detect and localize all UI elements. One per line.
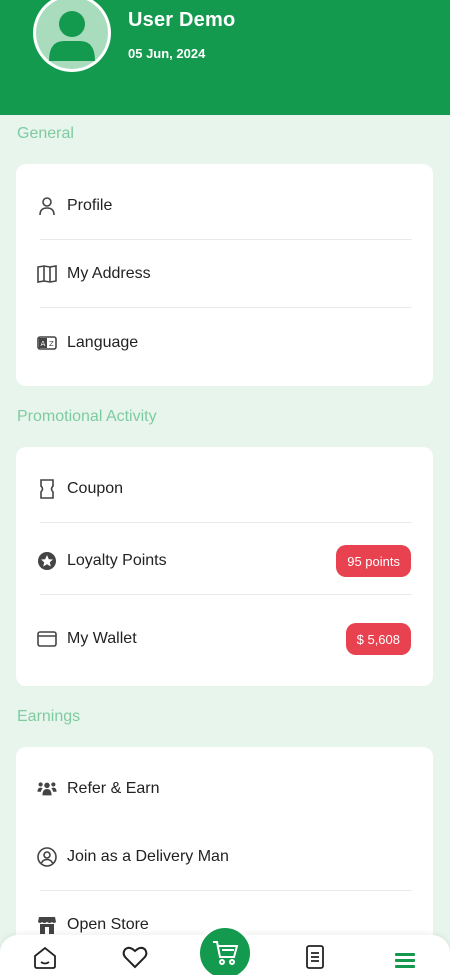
store-icon [37,915,57,935]
wallet-icon [37,629,57,649]
star-icon [37,551,57,571]
divider [40,594,412,595]
divider [40,522,412,523]
cart-icon [211,940,239,966]
delivery-man-icon [37,847,57,867]
avatar[interactable] [33,0,111,72]
menu-item-label: Loyalty Points [67,552,167,569]
section-title-earnings: Earnings [17,708,81,725]
svg-text:A: A [41,340,46,348]
orders-icon[interactable] [300,942,330,972]
home-icon[interactable] [30,942,60,972]
menu-item-label: Profile [67,197,113,214]
menu-item-label: Open Store [67,916,149,933]
wallet-balance-badge: $ 5,608 [345,623,411,655]
menu-item-label: Join as a Delivery Man [67,848,229,865]
cart-button[interactable] [197,925,253,975]
avatar-placeholder-icon [36,0,108,69]
person-icon [37,196,57,216]
promotional-card: Coupon Loyalty Points 95 points My Walle… [16,447,433,686]
app-screen: User Demo 05 Jun, 2024 General Profile M… [0,0,450,975]
loyalty-points-badge: 95 points [336,545,411,577]
menu-item-label: My Wallet [67,630,137,647]
group-icon [37,779,57,799]
divider [40,307,412,308]
menu-item-language[interactable]: A Z Language [16,309,433,377]
menu-item-label: Coupon [67,480,124,497]
menu-item-my-wallet[interactable]: My Wallet $ 5,608 [16,605,433,673]
menu-item-loyalty-points[interactable]: Loyalty Points 95 points [16,527,433,595]
svg-text:Z: Z [49,340,54,348]
menu-item-coupon[interactable]: Coupon [16,455,433,523]
join-date: 05 Jun, 2024 [128,46,206,61]
user-name: User Demo [128,9,236,31]
general-card: Profile My Address A Z Language [16,164,433,386]
menu-item-profile[interactable]: Profile [16,172,433,240]
profile-header: User Demo 05 Jun, 2024 [0,0,450,115]
coupon-icon [37,479,57,499]
section-title-general: General [17,125,74,142]
menu-item-join-delivery-man[interactable]: Join as a Delivery Man [16,823,433,891]
language-icon: A Z [37,333,57,353]
menu-item-label: Refer & Earn [67,780,160,797]
section-title-promotional-activity: Promotional Activity [17,408,157,425]
favorite-icon[interactable] [120,942,150,972]
menu-item-refer-and-earn[interactable]: Refer & Earn [16,755,433,823]
map-icon [37,264,57,284]
menu-item-my-address[interactable]: My Address [16,240,433,308]
menu-icon[interactable] [390,945,420,975]
menu-item-label: My Address [67,265,151,282]
menu-item-label: Language [67,334,139,351]
